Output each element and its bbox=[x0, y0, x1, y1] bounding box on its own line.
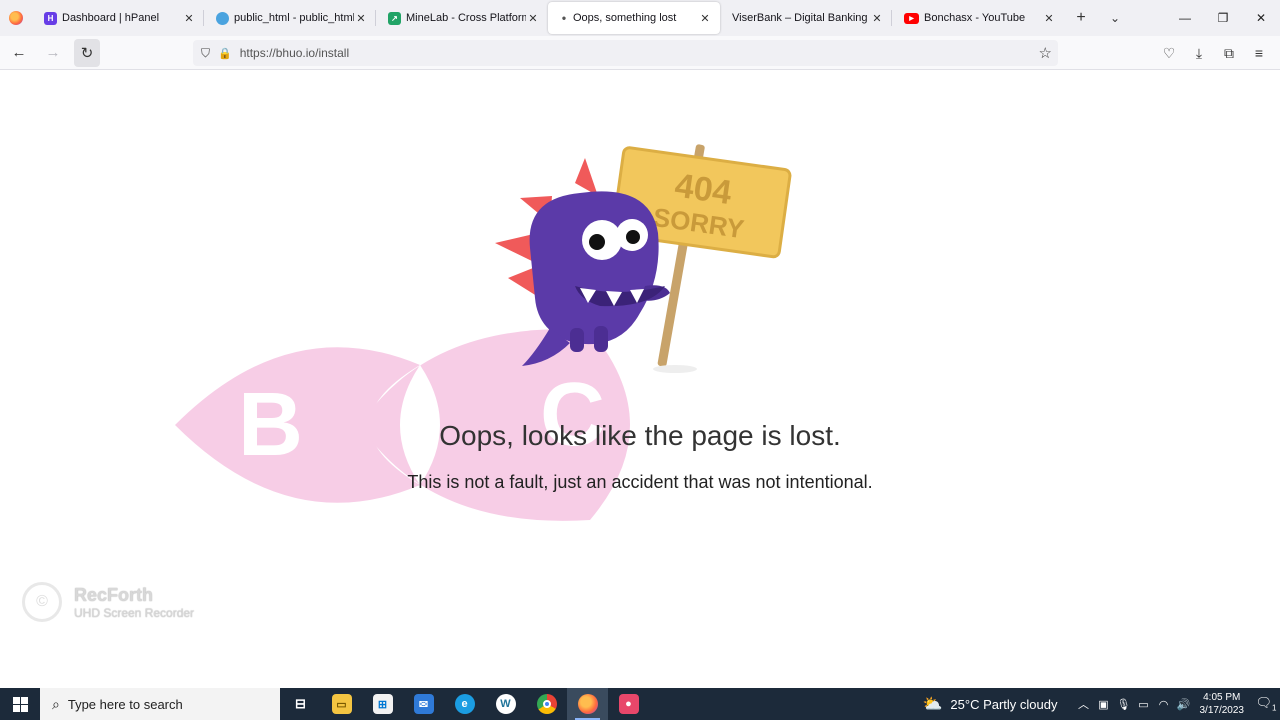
clock-date: 3/17/2023 bbox=[1199, 705, 1245, 716]
reload-icon[interactable]: ↻ bbox=[74, 38, 100, 67]
chevron-up-icon[interactable]: ︿ bbox=[1074, 696, 1094, 712]
notification-icon[interactable]: 🗨1 bbox=[1252, 695, 1280, 713]
tab-oops[interactable]: • Oops, something lost ✕ bbox=[548, 2, 720, 34]
tab-youtube[interactable]: ▶ Bonchasx - YouTube ✕ bbox=[892, 2, 1064, 34]
mail-icon[interactable]: ✉ bbox=[403, 688, 444, 720]
partly-cloudy-icon: ⛅ bbox=[922, 696, 943, 713]
tab-title: ViserBank – Digital Banking Syst bbox=[732, 12, 870, 24]
filemanager-icon bbox=[216, 11, 229, 25]
navigation-bar: ← → ↻ ⛉ 🔒 https://bhuo.io/install ☆ ♡ ⤓ … bbox=[0, 36, 1280, 70]
forward-arrow-icon[interactable]: → bbox=[38, 39, 68, 67]
system-tray: ⛅ 25°C Partly cloudy ︿ ▣ 🎙 ▭ ◠ 🔊 4:05 PM… bbox=[922, 688, 1280, 720]
microphone-icon[interactable]: 🎙 bbox=[1114, 698, 1134, 711]
close-tab-icon[interactable]: ✕ bbox=[870, 12, 884, 25]
chrome-icon[interactable] bbox=[526, 688, 567, 720]
tab-strip: H Dashboard | hPanel ✕ public_html - pub… bbox=[0, 0, 1280, 36]
pocket-icon[interactable]: ♡ bbox=[1154, 45, 1184, 62]
recorder-subtitle: UHD Screen Recorder bbox=[74, 605, 195, 620]
address-bar[interactable]: ⛉ 🔒 https://bhuo.io/install ☆ bbox=[193, 40, 1058, 66]
toolbar-icons: ♡ ⤓ ⧉ ≡ bbox=[1154, 36, 1274, 70]
tab-viserbank[interactable]: ViserBank – Digital Banking Syst ✕ bbox=[720, 2, 892, 34]
edge-icon[interactable]: e bbox=[444, 688, 485, 720]
task-view-icon[interactable]: ⊟ bbox=[280, 688, 321, 720]
wordpress-icon[interactable]: W bbox=[485, 688, 526, 720]
shield-icon[interactable]: ⛉ bbox=[201, 46, 210, 61]
close-tab-icon[interactable]: ✕ bbox=[698, 12, 712, 25]
hpanel-icon: H bbox=[44, 11, 57, 25]
dino-body bbox=[529, 191, 659, 345]
recorder-taskbar-icon[interactable]: ● bbox=[608, 688, 649, 720]
tab-minelab[interactable]: ↗ MineLab - Cross Platform Mi ✕ bbox=[376, 2, 548, 34]
search-placeholder: Type here to search bbox=[67, 696, 183, 712]
clock-time: 4:05 PM bbox=[1203, 692, 1241, 703]
battery-icon[interactable]: ▭ bbox=[1134, 698, 1154, 711]
recorder-watermark: © RecForth UHD Screen Recorder bbox=[22, 582, 194, 622]
dino-spike bbox=[575, 158, 598, 196]
post-shadow bbox=[653, 365, 697, 373]
error-headline: Oops, looks like the page is lost. bbox=[439, 420, 841, 451]
menu-hamburger-icon[interactable]: ≡ bbox=[1244, 45, 1274, 61]
tab-public-html[interactable]: public_html - public_html - [ ✕ bbox=[204, 2, 376, 34]
dino-pupil bbox=[589, 234, 605, 250]
clock[interactable]: 4:05 PM 3/17/2023 bbox=[1200, 691, 1245, 717]
dot-icon: • bbox=[561, 11, 567, 25]
recorder-logo-icon: © bbox=[22, 582, 62, 622]
start-button[interactable] bbox=[0, 688, 40, 720]
dino-leg bbox=[570, 328, 584, 352]
tab-title: Oops, something lost bbox=[573, 12, 677, 24]
lock-icon[interactable]: 🔒 bbox=[218, 47, 232, 60]
weather-text: 25°C Partly cloudy bbox=[950, 696, 1058, 712]
minelab-icon: ↗ bbox=[388, 11, 401, 25]
tab-title: Bonchasx - YouTube bbox=[924, 12, 1026, 24]
url-text[interactable]: https://bhuo.io/install bbox=[240, 46, 349, 60]
firefox-taskbar-icon[interactable] bbox=[567, 688, 608, 720]
file-explorer-icon[interactable]: ▭ bbox=[321, 688, 362, 720]
error-description: This is not a fault, just an accident th… bbox=[407, 472, 873, 492]
tab-list-chevron-icon[interactable]: ⌄ bbox=[1098, 0, 1132, 36]
restore-icon[interactable]: ❐ bbox=[1204, 0, 1242, 36]
firefox-menu-icon[interactable] bbox=[0, 0, 32, 36]
dinosaur-404-illustration: 404 SORRY bbox=[495, 144, 792, 373]
dino-pupil bbox=[626, 230, 640, 244]
volume-icon[interactable]: 🔊 bbox=[1174, 698, 1194, 711]
downloads-icon[interactable]: ⤓ bbox=[1184, 45, 1214, 62]
taskbar-search-box[interactable]: ⌕ Type here to search bbox=[40, 688, 280, 720]
tab-dashboard[interactable]: H Dashboard | hPanel ✕ bbox=[32, 2, 204, 34]
page-content: B C 404 SORRY Oops, looks like the page … bbox=[0, 70, 1280, 688]
close-tab-icon[interactable]: ✕ bbox=[1042, 12, 1056, 25]
extensions-icon[interactable]: ⧉ bbox=[1214, 45, 1244, 62]
windows-taskbar: ⌕ Type here to search ⊟ ▭ ⊞ ✉ e W ● ⛅ 25… bbox=[0, 688, 1280, 720]
minimize-icon[interactable]: — bbox=[1166, 0, 1204, 36]
close-tab-icon[interactable]: ✕ bbox=[354, 12, 368, 25]
windows-logo-icon bbox=[12, 696, 28, 712]
close-tab-icon[interactable]: ✕ bbox=[182, 12, 196, 25]
tab-title: public_html - public_html - [ bbox=[234, 12, 354, 24]
microsoft-store-icon[interactable]: ⊞ bbox=[362, 688, 403, 720]
search-icon: ⌕ bbox=[52, 695, 60, 712]
weather-widget[interactable]: ⛅ 25°C Partly cloudy bbox=[922, 694, 1057, 714]
close-window-icon[interactable]: ✕ bbox=[1242, 0, 1280, 36]
back-arrow-icon[interactable]: ← bbox=[4, 39, 34, 67]
notification-count: 1 bbox=[1272, 703, 1277, 713]
wifi-icon[interactable]: ◠ bbox=[1154, 698, 1174, 711]
bookmark-star-icon[interactable]: ☆ bbox=[1039, 44, 1052, 62]
youtube-icon: ▶ bbox=[904, 12, 919, 24]
meet-now-icon[interactable]: ▣ bbox=[1094, 698, 1114, 711]
close-tab-icon[interactable]: ✕ bbox=[526, 12, 540, 25]
recorder-name: RecForth bbox=[74, 584, 154, 605]
tab-title: MineLab - Cross Platform Mi bbox=[406, 12, 526, 24]
new-tab-icon[interactable]: + bbox=[1064, 0, 1098, 36]
dino-leg bbox=[594, 326, 608, 352]
tab-title: Dashboard | hPanel bbox=[62, 12, 160, 24]
